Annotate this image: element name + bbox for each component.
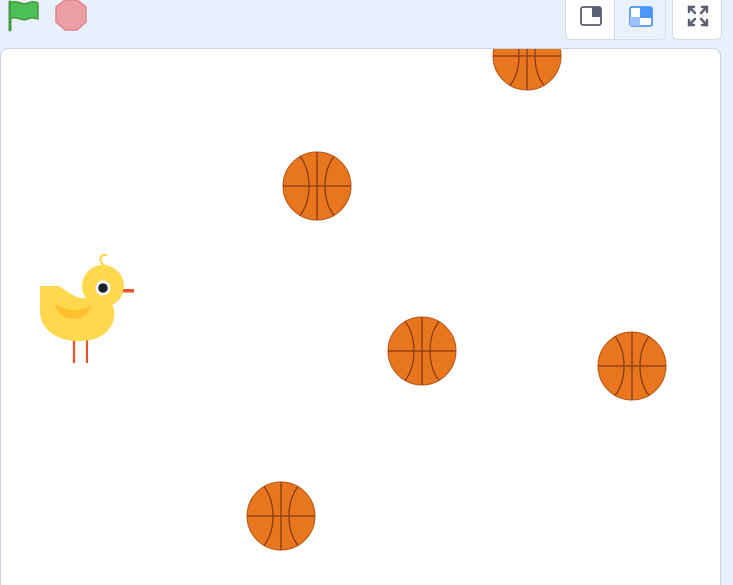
small-stage-layout-icon [580, 6, 602, 26]
stage-window [0, 0, 733, 585]
basketball-sprite[interactable] [597, 331, 667, 401]
small-stage-button[interactable] [565, 0, 614, 40]
stop-button[interactable] [54, 0, 88, 32]
green-flag-button[interactable] [6, 0, 42, 32]
basketball-sprite[interactable] [282, 151, 352, 221]
basketball-sprite[interactable] [387, 316, 457, 386]
basketball-sprite[interactable] [492, 49, 562, 91]
basketball-sprite[interactable] [246, 481, 316, 551]
fullscreen-button[interactable] [672, 0, 722, 40]
normal-stage-layout-icon [629, 6, 653, 27]
stop-sign-icon [55, 0, 87, 31]
fullscreen-icon [687, 5, 709, 27]
normal-stage-button[interactable] [614, 0, 666, 40]
green-flag-icon [8, 0, 39, 32]
stage-canvas[interactable] [0, 48, 721, 585]
chick-sprite[interactable] [40, 253, 134, 363]
